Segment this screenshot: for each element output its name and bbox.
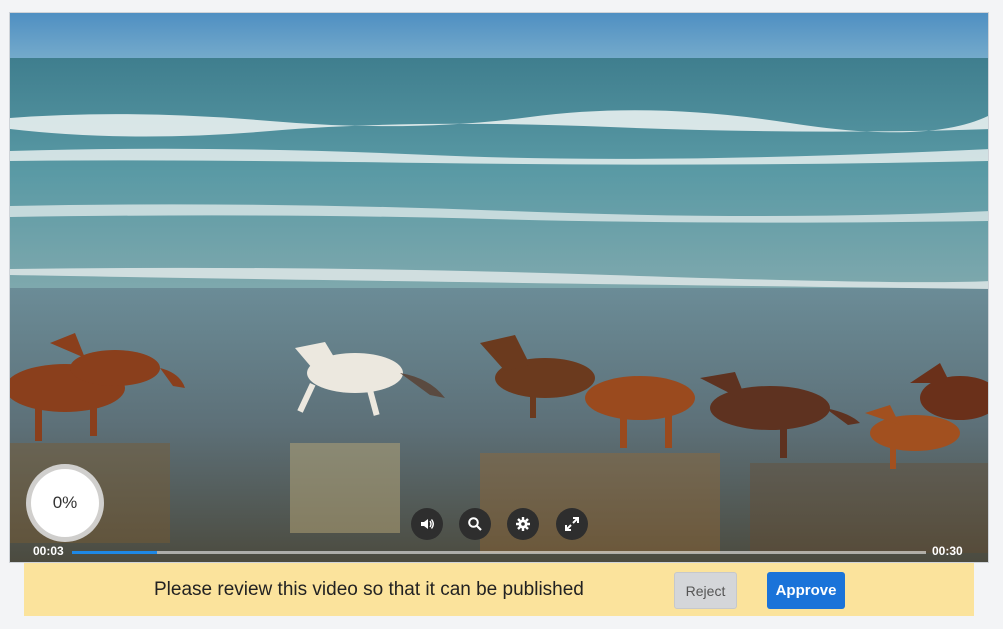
fullscreen-button[interactable] <box>556 508 588 540</box>
zoom-button[interactable] <box>459 508 491 540</box>
volume-button[interactable] <box>411 508 443 540</box>
current-time: 00:03 <box>33 544 64 558</box>
duration: 00:30 <box>932 544 963 558</box>
seek-bar-played <box>72 551 158 554</box>
review-message: Please review this video so that it can … <box>154 579 584 600</box>
volume-icon <box>421 519 434 529</box>
reject-button[interactable]: Reject <box>674 572 737 609</box>
gear-icon <box>516 517 530 531</box>
expand-icon <box>565 517 579 531</box>
search-icon <box>468 517 482 531</box>
seek-bar[interactable] <box>72 551 926 554</box>
video-frame <box>10 13 988 562</box>
progress-percent: 0% <box>52 493 78 512</box>
review-banner: Please review this video so that it can … <box>24 563 974 616</box>
upload-progress-indicator: 0% <box>31 469 99 537</box>
settings-button[interactable] <box>507 508 539 540</box>
approve-button[interactable]: Approve <box>767 572 845 609</box>
video-player[interactable]: 0% 00:03 00:30 <box>9 12 989 563</box>
